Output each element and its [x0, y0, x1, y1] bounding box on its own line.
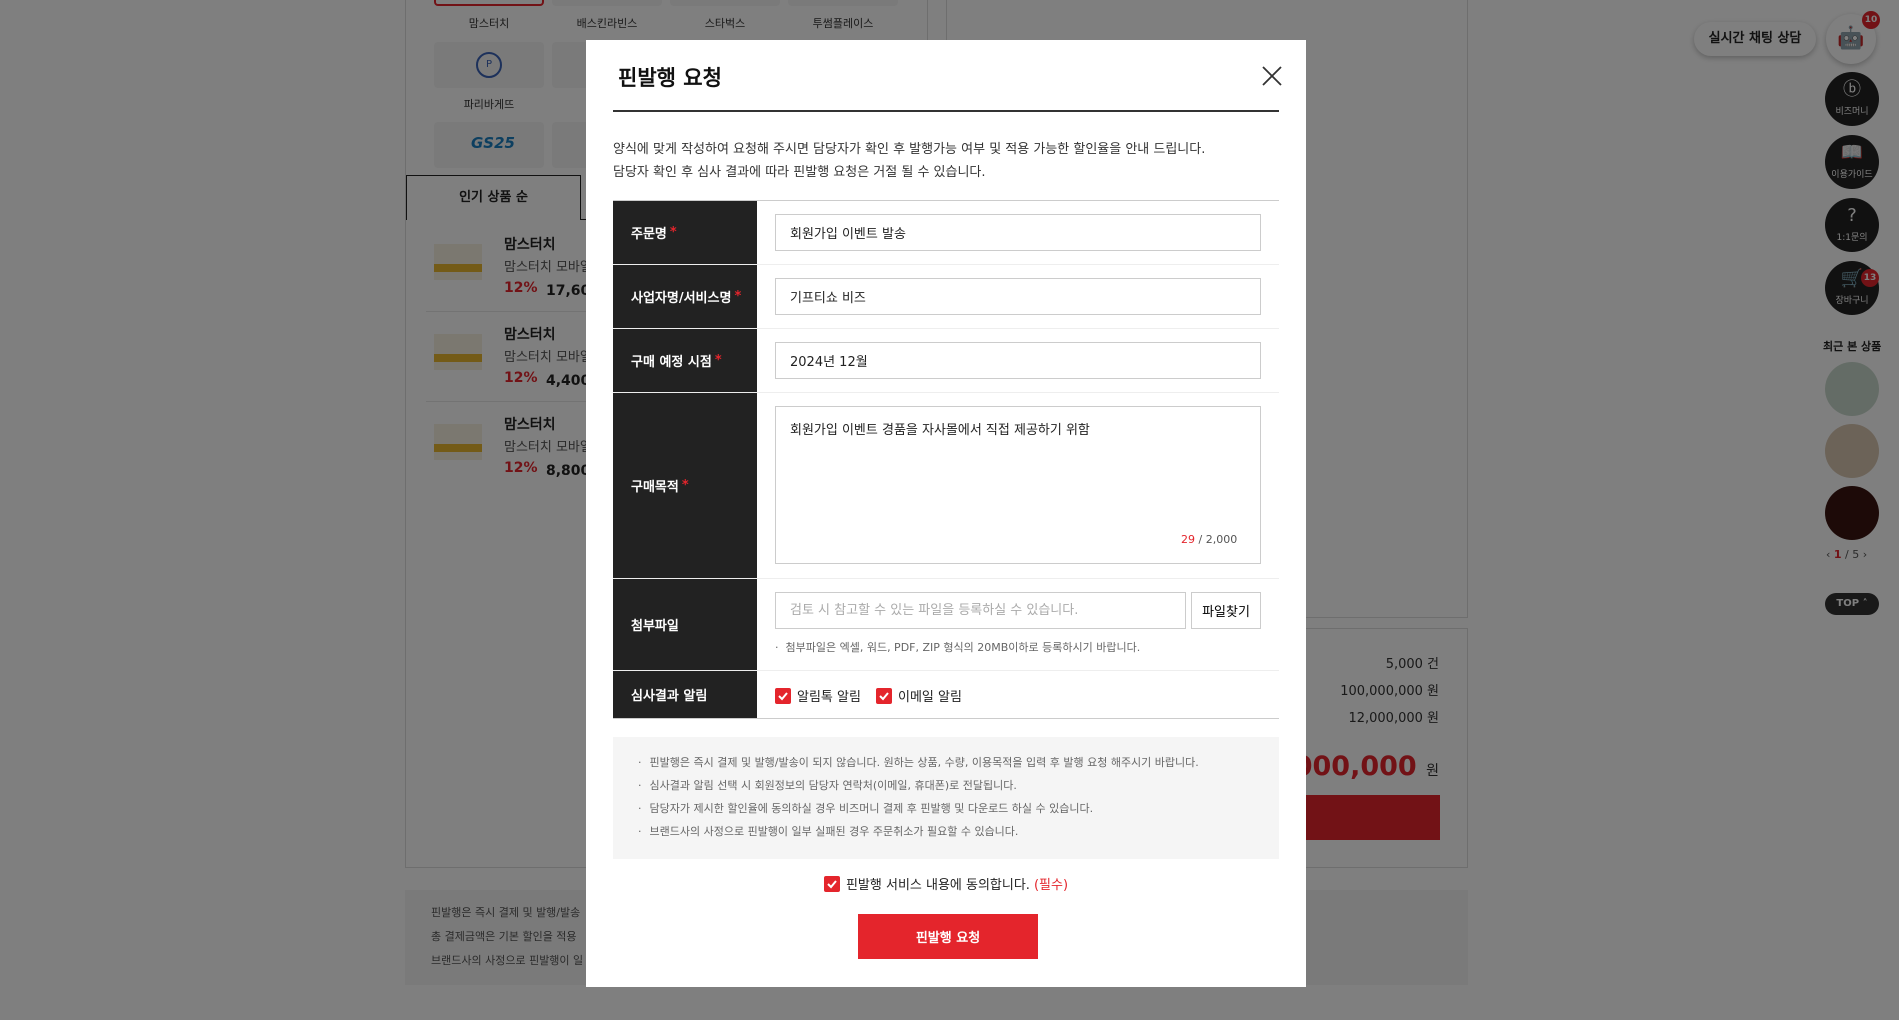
agree-checkbox[interactable]: 핀발행 서비스 내용에 동의합니다. (필수): [586, 874, 1306, 893]
attachment-note: · 첨부파일은 엑셀, 워드, PDF, ZIP 형식의 20MB이하로 등록하…: [775, 641, 1141, 654]
notice-item: 브랜드사의 사정으로 핀발행이 일부 실패된 경우 주문취소가 필요할 수 있습…: [638, 820, 1254, 843]
intro-line: 담당자 확인 후 심사 결과에 따라 핀발행 요청은 거절 될 수 있습니다.: [613, 165, 986, 180]
agree-required: (필수): [1033, 878, 1069, 893]
purpose-row: 구매목적 * 회원가입 이벤트 경품을 자사몰에서 직접 제공하기 위함 29 /…: [613, 393, 1279, 579]
attachment-label: 첨부파일: [613, 579, 757, 670]
purpose-label: 구매목적 *: [613, 393, 757, 578]
request-form: 주문명* 사업자명/서비스명* 구매 예정 시점* 구매목적* 회원가입 이벤트…: [613, 200, 1279, 719]
attachment-row: 첨부파일 파일찾기 · 첨부파일은 엑셀, 워드, PDF, ZIP 형식의 2…: [613, 579, 1279, 671]
pin-issue-modal: 핀발행 요청 양식에 맞게 작성하여 요청해 주시면 담당자가 확인 후 발행가…: [586, 40, 1306, 987]
order-name-label: 주문명 *: [613, 201, 757, 264]
email-notify-label: 이메일 알림: [898, 690, 962, 705]
char-max: 2,000: [1205, 533, 1238, 546]
close-icon[interactable]: [1258, 62, 1286, 90]
purchase-time-label: 구매 예정 시점 *: [613, 329, 757, 392]
kakao-notify-label: 알림톡 알림: [797, 690, 861, 705]
char-counter: 29 / 2,000: [1181, 533, 1238, 546]
notice-item: 담당자가 제시한 할인율에 동의하실 경우 비즈머니 결제 후 핀발행 및 다운…: [638, 797, 1254, 820]
notify-label: 심사결과 알림: [613, 671, 757, 718]
notice-item: 심사결과 알림 선택 시 회원정보의 담당자 연락처(이메일, 휴대폰)로 전달…: [638, 774, 1254, 797]
business-name-input[interactable]: [775, 278, 1261, 315]
modal-title: 핀발행 요청: [618, 66, 722, 90]
checkbox-checked-icon: [876, 687, 892, 704]
order-name-row: 주문명 *: [613, 201, 1279, 265]
checkbox-checked-icon: [823, 875, 840, 892]
file-browse-button[interactable]: 파일찾기: [1191, 592, 1261, 629]
agree-text: 핀발행 서비스 내용에 동의합니다.: [845, 878, 1030, 893]
order-name-input[interactable]: [775, 214, 1261, 251]
submit-request-button[interactable]: 핀발행 요청: [858, 914, 1038, 959]
notice-item: 핀발행은 즉시 결제 및 발행/발송이 되지 않습니다. 원하는 상품, 수량,…: [638, 751, 1254, 774]
notice-box: 핀발행은 즉시 결제 및 발행/발송이 되지 않습니다. 원하는 상품, 수량,…: [613, 737, 1279, 859]
title-divider: [613, 110, 1279, 112]
notify-row: 심사결과 알림 알림톡 알림 이메일 알림: [613, 671, 1279, 718]
email-notify-checkbox[interactable]: 이메일 알림: [876, 686, 962, 705]
modal-intro: 양식에 맞게 작성하여 요청해 주시면 담당자가 확인 후 발행가능 여부 및 …: [613, 138, 1205, 184]
business-name-label: 사업자명/서비스명 *: [613, 265, 757, 328]
kakao-notify-checkbox[interactable]: 알림톡 알림: [775, 686, 861, 705]
checkbox-checked-icon: [775, 687, 791, 704]
business-name-row: 사업자명/서비스명 *: [613, 265, 1279, 329]
char-count: 29: [1181, 533, 1195, 546]
purchase-time-row: 구매 예정 시점 *: [613, 329, 1279, 393]
intro-line: 양식에 맞게 작성하여 요청해 주시면 담당자가 확인 후 발행가능 여부 및 …: [613, 142, 1206, 157]
attachment-input[interactable]: [775, 592, 1186, 629]
purchase-time-input[interactable]: [775, 342, 1261, 379]
